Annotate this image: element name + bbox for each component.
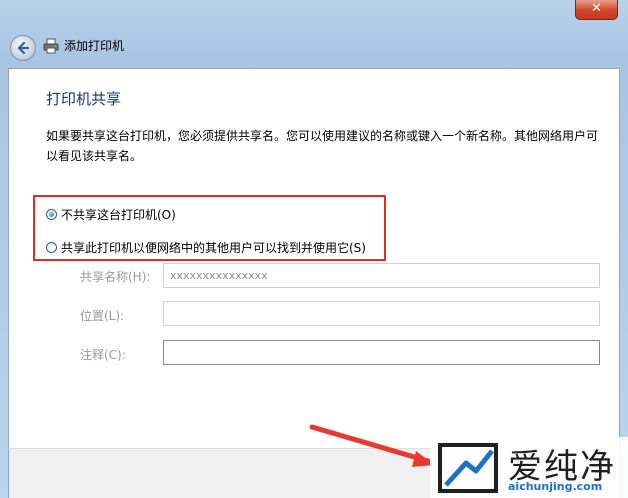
radio-button[interactable] bbox=[46, 241, 57, 253]
page-description: 如果要共享这台打印机，您必须提供共享名。您可以使用建议的名称或键入一个新名称。其… bbox=[46, 129, 599, 163]
window-title: 添加打印机 bbox=[64, 39, 125, 53]
back-button[interactable] bbox=[10, 35, 36, 61]
watermark-url: aichunjing.com bbox=[508, 480, 603, 493]
radio-share-label: 共享此打印机以便网络中的其他用户可以找到并使用它(S) bbox=[61, 240, 366, 255]
close-button[interactable]: ✕ bbox=[575, 0, 618, 20]
red-arrow-annotation bbox=[309, 424, 434, 467]
back-arrow-icon bbox=[17, 41, 30, 55]
radio-share[interactable]: 共享此打印机以便网络中的其他用户可以找到并使用它(S) bbox=[46, 238, 366, 256]
page-title: 打印机共享 bbox=[46, 90, 122, 108]
title-bar bbox=[0, 0, 628, 30]
radio-no-share-label: 不共享这台打印机(O) bbox=[61, 207, 176, 222]
radio-button-selected[interactable] bbox=[46, 208, 57, 220]
share-name-label: 共享名称(H): bbox=[80, 270, 151, 284]
location-label: 位置(L): bbox=[80, 309, 125, 323]
watermark: 爱纯净 aichunjing.com bbox=[430, 437, 628, 498]
share-name-field[interactable]: xxxxxxxxxxxxxxx bbox=[163, 263, 600, 288]
location-field[interactable] bbox=[163, 301, 600, 326]
radio-no-share[interactable]: 不共享这台打印机(O) bbox=[46, 205, 176, 223]
comment-field[interactable] bbox=[163, 340, 600, 365]
printer-icon bbox=[43, 38, 59, 54]
comment-label: 注释(C): bbox=[80, 348, 126, 362]
watermark-logo-icon bbox=[438, 443, 498, 493]
